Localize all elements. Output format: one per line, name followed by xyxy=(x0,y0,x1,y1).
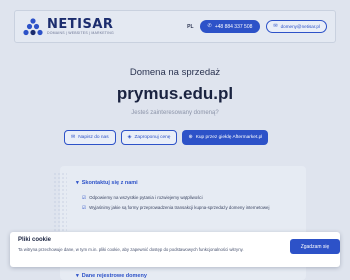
cookie-accept-button[interactable]: Zgadzam się xyxy=(290,239,340,254)
registry-section-title: Dane rejestrowe domeny xyxy=(81,273,147,279)
phone-label: +48 884 337 508 xyxy=(214,23,253,30)
email-label: domeny@netisar.pl xyxy=(280,24,320,29)
chevron-down-icon: ▾ xyxy=(76,273,79,279)
price-tag-icon: ◈ xyxy=(127,134,132,140)
registry-section-toggle[interactable]: ▾ Dane rejestrowe domeny xyxy=(76,273,147,279)
phone-button[interactable]: ✆ +48 884 337 508 xyxy=(199,20,261,33)
cookie-title: Pliki cookie xyxy=(18,237,52,243)
buy-aftermarket-button[interactable]: ⊕ Kup przez giełdę Aftermarket.pl xyxy=(182,130,269,145)
cookie-text: Ta witryna przechowuje dane, w tym m.in.… xyxy=(18,247,244,252)
contact-section-toggle[interactable]: ▾ Skontaktuj się z nami xyxy=(76,180,138,186)
brand-name: NETISAR xyxy=(47,16,114,32)
write-to-us-label: Napisz do nas xyxy=(78,135,109,140)
phone-icon: ✆ xyxy=(207,23,212,29)
language-switch[interactable]: PL xyxy=(187,24,193,30)
logo[interactable]: NETISAR DOMAINS | WEBSITES | MARKETING xyxy=(23,18,114,36)
interest-question: Jesteś zainteresowany domeną? xyxy=(131,110,219,116)
mail-icon: ✉ xyxy=(273,23,278,29)
header: NETISAR DOMAINS | WEBSITES | MARKETING P… xyxy=(14,10,336,43)
chevron-down-icon: ▾ xyxy=(76,180,79,186)
logo-icon xyxy=(23,17,43,35)
cart-icon: ⊕ xyxy=(188,134,193,140)
check-icon: ☑ xyxy=(82,205,87,210)
check-icon: ☑ xyxy=(82,195,87,200)
propose-price-label: Zaproponuj cenę xyxy=(134,135,171,140)
propose-price-button[interactable]: ◈ Zaproponuj cenę xyxy=(120,130,178,145)
buy-aftermarket-label: Kup przez giełdę Aftermarket.pl xyxy=(195,135,263,140)
brand-tagline: DOMAINS | WEBSITES | MARKETING xyxy=(47,30,114,35)
list-item-text: Wyjaśnimy jakie są formy przeprowadzenia… xyxy=(89,205,270,210)
write-to-us-button[interactable]: ✉ Napisz do nas xyxy=(64,130,116,145)
email-button[interactable]: ✉ domeny@netisar.pl xyxy=(266,20,327,33)
list-item: ☑ Odpowiemy na wszystkie pytania i rozwi… xyxy=(82,195,282,202)
chat-icon: ✉ xyxy=(71,134,76,140)
page-subtitle: Domena na sprzedaż xyxy=(129,67,221,78)
cookie-banner: Pliki cookie Ta witryna przechowuje dane… xyxy=(10,232,340,267)
domain-name: prymus.edu.pl xyxy=(116,84,234,103)
contact-section-title: Skontaktuj się z nami xyxy=(81,180,138,186)
list-item: ☑ Wyjaśnimy jakie są formy przeprowadzen… xyxy=(82,205,282,212)
list-item-text: Odpowiemy na wszystkie pytania i rozwiej… xyxy=(89,195,203,200)
action-buttons: ✉ Napisz do nas ◈ Zaproponuj cenę ⊕ Kup … xyxy=(64,130,269,145)
